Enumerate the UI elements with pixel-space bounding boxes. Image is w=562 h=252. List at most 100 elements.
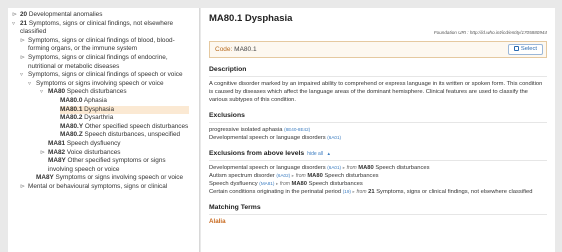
inherited-exclusion-item[interactable]: Speech dysfluency (MA81) ▸ from MA80 Spe… [209,180,547,188]
matching-terms-heading: Matching Terms [209,204,261,211]
arrow-icon: ▸ [291,173,295,178]
expanded-toggle-icon[interactable]: ▿ [12,20,15,29]
parent-code[interactable]: MA80 [292,181,307,187]
collapsed-toggle-icon[interactable]: ⊳ [20,54,25,63]
tree-node[interactable]: ⊳ Symptoms, signs or clinical findings of… [8,54,193,71]
tree-node[interactable]: ▿ 21 Symptoms, signs or clinical findings… [8,20,193,37]
parent-label[interactable]: Speech disturbances [324,173,378,179]
from-label: from [356,189,367,195]
divider [209,160,547,161]
exclusion-item[interactable]: progressive isolated aphasia (8E40-8E42) [209,126,547,134]
exclusion-code-link[interactable]: (19) [343,189,351,194]
inherited-exclusion-item[interactable]: Autism spectrum disorder (6A02) ▸ from M… [209,172,547,180]
tree-node-code: MA80.Z [60,131,83,139]
exclusions-from-above-heading: Exclusions from above levels hide all ▴ [209,150,547,157]
expanded-toggle-icon[interactable]: ▿ [20,71,23,80]
tree-node-label: Symptoms, signs or clinical findings of … [28,36,175,53]
collapse-arrow-icon[interactable]: ▴ [326,151,330,157]
tree-node-label: Dysarthria [82,114,114,122]
parent-code[interactable]: 21 [368,189,374,195]
expanded-toggle-icon[interactable]: ▿ [40,88,43,97]
tree-node[interactable]: ⊳ Mental or behavioural symptoms, signs o… [8,183,193,192]
matching-term: Alalia [209,218,226,225]
foundation-uri[interactable]: Foundation URI : http://id.who.int/icd/e… [209,30,547,35]
select-button-label: Select [520,46,537,52]
divider [209,214,547,215]
tree-node[interactable]: ⊳ MA82 Voice disturbances [8,149,193,158]
tree-node[interactable]: MA80.1 Dysphasia [8,105,193,115]
tree-node-label: Symptoms, signs or clinical findings of … [28,71,183,79]
inherited-exclusion-item[interactable]: Certain conditions originating in the pe… [209,188,547,196]
tree-node-text: MA80.Z Speech disturbances, unspecified [60,131,189,140]
tree-node-label: Speech dysfluency [65,139,121,147]
parent-code[interactable]: MA80 [358,165,373,171]
tree-node-code: MA82 [48,148,66,156]
tree-node-text: Symptoms, signs or clinical findings of … [28,54,189,71]
tree-node[interactable]: ⊳ 20 Developmental anomalies [8,11,193,20]
icd-browser-window: ⊳ 20 Developmental anomalies ▿ 21 Symptoms,… [0,0,562,252]
tree-node-text: Symptoms, signs or clinical findings of … [28,37,189,54]
exclusion-text: Developmental speech or language disorde… [209,135,326,141]
exclusions-heading: Exclusions [209,112,245,119]
exclusion-text: Certain conditions originating in the pe… [209,189,342,195]
exclusion-code-link[interactable]: (8E40-8E42) [284,127,310,132]
tree-node-text: MA82 Voice disturbances [48,149,189,158]
entity-title: MA80.1 Dysphasia [209,13,293,24]
tree-node[interactable]: ▿ Symptoms, signs or clinical findings of… [8,71,193,80]
exclusion-code-link[interactable]: (6A01) [327,165,341,170]
divider [209,76,547,77]
tree-node-label: Symptoms or signs involving speech or vo… [36,79,164,87]
tree-node-text: MA80.0 Aphasia [60,97,189,106]
select-button[interactable]: Select [507,44,543,55]
tree-node-text: Mental or behavioural symptoms, signs or… [28,183,189,192]
from-label: from [279,181,290,187]
tree-node-label: Other specified speech disturbances [83,122,189,130]
code-label: Code: [215,46,235,53]
tree-node[interactable]: ⊳ Symptoms, signs or clinical findings of… [8,37,193,54]
tree-node-text: MA80.2 Dysarthria [60,114,189,123]
entity-detail-panel: MA80.1 Dysphasia Foundation URI : http:/… [201,8,555,252]
tree-node[interactable]: MA8Y Symptoms or signs involving speech … [8,174,193,183]
tree-node[interactable]: MA80.2 Dysarthria [8,114,193,123]
tree-node[interactable]: MA80.0 Aphasia [8,97,193,106]
tree-node-label: Developmental anomalies [27,11,103,18]
description-text: A cognitive disorder marked by an impair… [209,81,543,103]
exclusion-code-link[interactable]: (6A02) [276,173,290,178]
tree-node-text: MA80.Y Other specified speech disturbanc… [60,123,189,132]
tree-node-text: Symptoms, signs or clinical findings of … [28,71,189,80]
parent-code[interactable]: MA80 [307,173,322,179]
tree-node-text: MA8Y Other specified symptoms or signs i… [48,157,189,174]
exclusions-list: progressive isolated aphasia (8E40-8E42)… [209,126,547,142]
tree-node[interactable]: MA80.Y Other specified speech disturbanc… [8,123,193,132]
collapsed-toggle-icon[interactable]: ⊳ [40,149,45,158]
expanded-toggle-icon[interactable]: ▿ [28,80,31,89]
from-label: from [346,165,357,171]
tree-node[interactable]: ▿ MA80 Speech disturbances [8,88,193,97]
parent-label[interactable]: Speech disturbances [309,181,363,187]
exclusion-code-link[interactable]: (6A01) [327,135,341,140]
tree-node-code: MA81 [48,139,66,147]
parent-label[interactable]: Symptoms, signs or clinical findings, no… [376,189,532,195]
tree-node[interactable]: MA80.Z Speech disturbances, unspecified [8,131,193,140]
parent-label[interactable]: Speech disturbances [375,165,429,171]
collapsed-toggle-icon[interactable]: ⊳ [12,11,17,20]
inherited-exclusion-item[interactable]: Developmental speech or language disorde… [209,164,547,172]
tree-node-text: MA80.1 Dysphasia [60,105,189,115]
tree-node[interactable]: ▿ Symptoms or signs involving speech or v… [8,80,193,89]
tree-node-text: MA81 Speech dysfluency [48,140,189,149]
exclusion-text: Developmental speech or language disorde… [209,165,326,171]
tree-node[interactable]: MA8Y Other specified symptoms or signs i… [8,157,193,174]
collapsed-toggle-icon[interactable]: ⊳ [20,183,25,192]
tree-node-code: MA8Y [36,174,54,182]
exclusion-item[interactable]: Developmental speech or language disorde… [209,134,547,142]
exclusion-text: progressive isolated aphasia [209,127,283,133]
exclusions-from-above-label: Exclusions from above levels [209,150,305,157]
tree-node-label: Mental or behavioural symptoms, signs or… [28,182,168,190]
exclusion-code-link[interactable]: (MA81) [259,181,274,186]
collapsed-toggle-icon[interactable]: ⊳ [20,37,25,46]
tree-node-label: Speech disturbances, unspecified [82,131,181,139]
tree-node-code: MA80.2 [60,114,83,122]
tree-list: ⊳ 20 Developmental anomalies ▿ 21 Symptoms,… [8,8,193,191]
hide-all-link[interactable]: hide all [307,151,323,157]
tree-node[interactable]: MA81 Speech dysfluency [8,140,193,149]
